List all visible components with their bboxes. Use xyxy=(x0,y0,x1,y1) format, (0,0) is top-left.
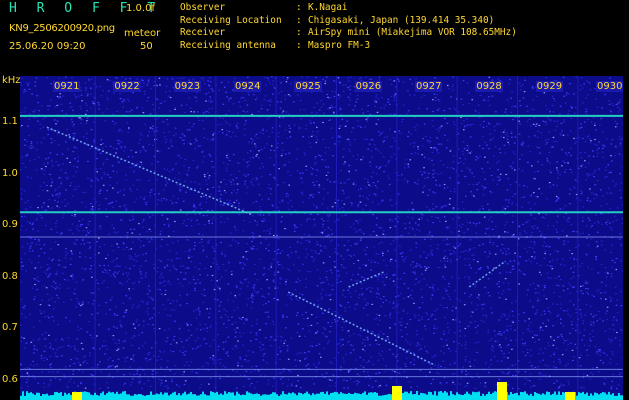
signal-burst xyxy=(72,392,82,400)
time-tick-label: 0923 xyxy=(173,81,202,92)
station-info: Observer: K.Nagai Receiving Location: Chig… xyxy=(180,2,517,52)
app-version: 1.0.0f xyxy=(126,3,155,14)
spectrogram-plot xyxy=(20,76,623,400)
signal-burst xyxy=(392,386,402,400)
count-value: 50 xyxy=(140,41,153,52)
signal-burst xyxy=(497,382,507,400)
time-tick-label: 0929 xyxy=(535,81,564,92)
y-tick-label: 0.6 xyxy=(2,373,18,385)
time-tick-label: 0924 xyxy=(234,81,262,92)
time-tick-label: 0927 xyxy=(415,81,443,92)
y-axis-unit: kHz xyxy=(2,75,21,86)
y-tick-label: 0.9 xyxy=(2,219,18,231)
time-tick-label: 0930 xyxy=(596,81,624,92)
y-tick-label: 1.0 xyxy=(2,167,18,179)
time-tick-label: 0921 xyxy=(53,81,81,92)
info-row-location: Receiving Location: Chigasaki, Japan (139… xyxy=(180,14,495,26)
file-name: KN9_2506200920.png xyxy=(9,23,115,34)
time-tick-label: 0925 xyxy=(294,81,322,92)
time-tick-label: 0922 xyxy=(113,81,141,92)
y-tick-label: 0.8 xyxy=(2,270,18,282)
y-tick-label: 1.1 xyxy=(2,116,18,128)
info-row-observer: Observer: K.Nagai xyxy=(180,2,348,13)
info-row-antenna: Receiving antenna: Maspro FM-3 xyxy=(180,39,371,51)
mode-label: meteor xyxy=(124,28,161,39)
y-tick-label: 0.7 xyxy=(2,322,18,334)
spectrogram-svg xyxy=(20,76,623,400)
header-panel: H R O F F T 1.0.0f KN9_2506200920.png me… xyxy=(0,0,629,76)
info-row-receiver: Receiver: AirSpy mini (Miakejima VOR 108.… xyxy=(180,27,517,39)
spectrogram-background xyxy=(20,76,623,400)
time-tick-label: 0926 xyxy=(354,81,383,92)
capture-datetime: 25.06.20 09:20 xyxy=(9,41,86,52)
signal-burst xyxy=(565,392,575,400)
time-tick-label: 0928 xyxy=(475,81,503,92)
